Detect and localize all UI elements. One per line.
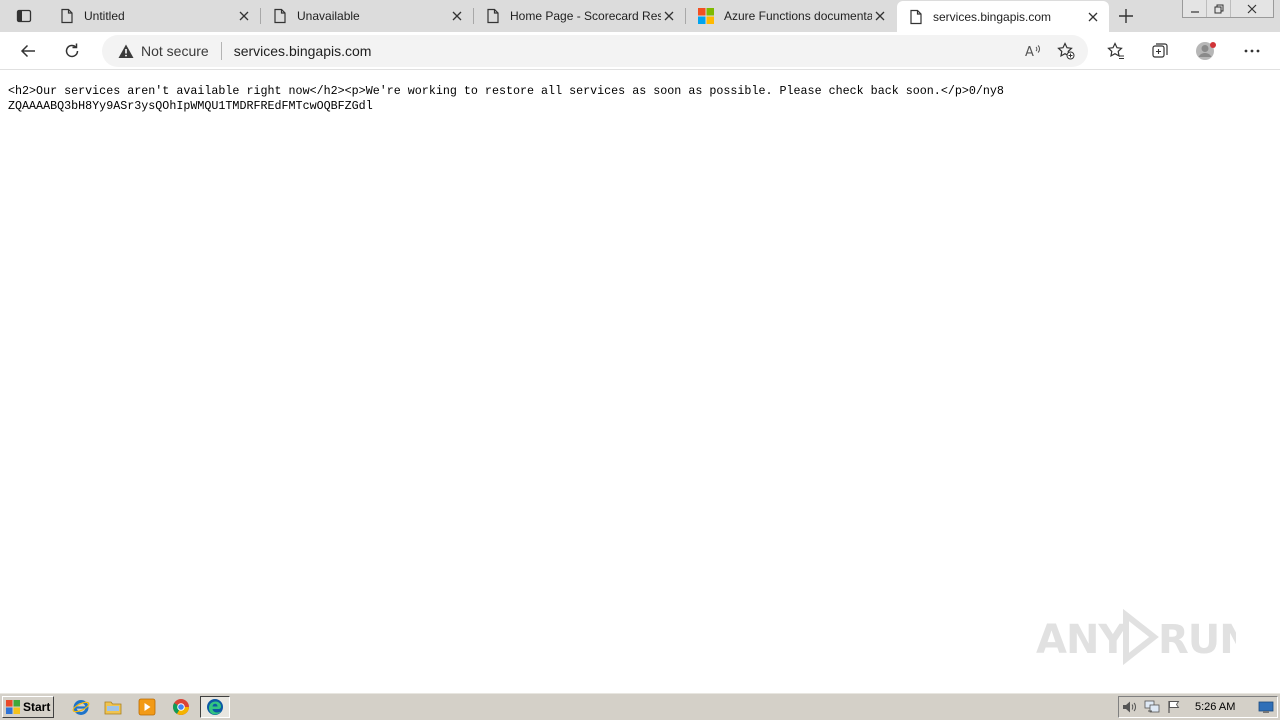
read-aloud-button[interactable]: A <box>1018 35 1050 67</box>
svg-text:ANY: ANY <box>1036 617 1128 663</box>
settings-menu-button[interactable] <box>1236 35 1268 67</box>
more-dots-icon <box>1244 49 1260 53</box>
profile-button[interactable] <box>1190 35 1222 67</box>
close-icon[interactable] <box>236 8 252 24</box>
refresh-icon <box>65 43 79 58</box>
tab-services-bingapis[interactable]: services.bingapis.com <box>897 1 1109 32</box>
page-icon <box>487 8 499 24</box>
close-icon[interactable] <box>661 8 677 24</box>
edge-icon[interactable] <box>200 696 230 718</box>
system-tray: 5:26 AM <box>1118 696 1278 718</box>
taskbar-clock[interactable]: 5:26 AM <box>1195 701 1235 713</box>
url-text[interactable]: services.bingapis.com <box>234 43 372 59</box>
restore-icon <box>1214 4 1223 13</box>
close-icon[interactable] <box>1085 9 1101 25</box>
close-icon <box>1247 4 1257 13</box>
collections-button[interactable] <box>1144 35 1176 67</box>
tab-title: services.bingapis.com <box>933 9 1052 24</box>
show-desktop-icon[interactable] <box>1255 697 1277 717</box>
address-bar-actions: A <box>1018 35 1082 67</box>
minimize-icon <box>1190 10 1199 13</box>
close-icon[interactable] <box>449 8 465 24</box>
favorites-icon <box>1107 42 1124 60</box>
tab-title: Home Page - Scorecard Res <box>510 9 661 23</box>
windows-taskbar: Start 5:26 AM <box>0 692 1280 720</box>
volume-icon[interactable] <box>1119 697 1141 717</box>
site-security-indicator[interactable]: Not secure <box>118 35 209 67</box>
back-arrow-icon <box>20 44 35 58</box>
refresh-button[interactable] <box>56 35 88 67</box>
new-tab-button[interactable] <box>1114 4 1138 28</box>
minimize-button[interactable] <box>1183 0 1207 17</box>
add-favorite-button[interactable] <box>1050 35 1082 67</box>
address-bar[interactable]: Not secure services.bingapis.com A <box>102 35 1088 67</box>
avatar-icon <box>1196 42 1216 60</box>
favorites-button[interactable] <box>1100 35 1132 67</box>
folder-icon[interactable] <box>102 697 124 717</box>
microsoft-logo-icon <box>698 8 714 24</box>
anyrun-logo-icon: ANY RUN <box>1036 608 1236 666</box>
media-player-icon[interactable] <box>136 697 158 717</box>
anyrun-watermark: ANY RUN <box>1036 607 1236 667</box>
tab-actions-icon <box>16 9 32 23</box>
network-icon[interactable] <box>1141 697 1163 717</box>
not-secure-label: Not secure <box>141 43 209 59</box>
start-label: Start <box>23 700 51 714</box>
tab-azure-functions[interactable]: Azure Functions documenta <box>686 0 896 32</box>
page-content: <h2>Our services aren't available right … <box>0 71 1280 692</box>
plus-icon <box>1119 9 1133 23</box>
svg-text:RUN: RUN <box>1158 617 1236 663</box>
internet-explorer-icon[interactable] <box>70 697 92 717</box>
restore-button[interactable] <box>1207 0 1231 17</box>
warning-icon <box>118 44 134 58</box>
page-icon <box>61 8 73 24</box>
tab-untitled[interactable]: Untitled <box>48 0 260 32</box>
tab-title: Azure Functions documenta <box>724 9 872 23</box>
tab-title: Untitled <box>84 9 125 23</box>
star-add-icon <box>1057 42 1075 60</box>
back-button[interactable] <box>12 35 44 67</box>
svg-text:A: A <box>1025 45 1034 59</box>
address-divider <box>220 42 222 60</box>
tab-title: Unavailable <box>297 9 360 23</box>
start-button[interactable]: Start <box>2 696 54 718</box>
close-icon[interactable] <box>872 8 888 24</box>
chrome-icon[interactable] <box>170 697 192 717</box>
tab-scorecard[interactable]: Home Page - Scorecard Res <box>474 0 685 32</box>
browser-toolbar: Not secure services.bingapis.com A <box>0 32 1280 70</box>
window-controls <box>1182 0 1274 18</box>
close-window-button[interactable] <box>1231 0 1273 17</box>
read-aloud-icon: A <box>1025 45 1040 59</box>
page-icon <box>910 9 922 24</box>
tab-actions-button[interactable] <box>8 4 40 28</box>
action-center-flag-icon[interactable] <box>1163 697 1185 717</box>
windows-logo-icon <box>6 700 20 714</box>
page-icon <box>274 8 286 24</box>
raw-response-text: <h2>Our services aren't available right … <box>8 84 1004 113</box>
tab-unavailable[interactable]: Unavailable <box>261 0 473 32</box>
collections-icon <box>1152 43 1168 58</box>
tab-strip: Untitled Unavailable Home Page - Scoreca… <box>0 0 1280 32</box>
